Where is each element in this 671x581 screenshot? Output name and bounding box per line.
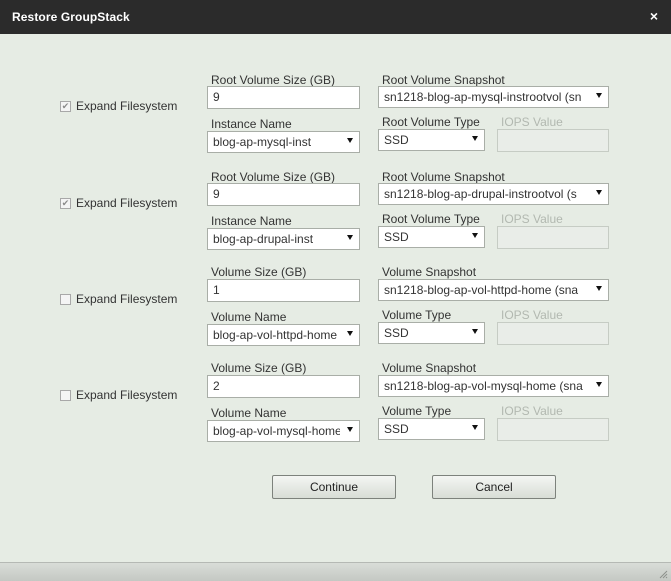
size-input[interactable]: 9 [207,183,360,206]
type-select[interactable]: SSD [378,226,485,248]
name-select[interactable]: blog-ap-vol-httpd-home [207,324,360,346]
expand-filesystem-option[interactable]: ✔ Expand Filesystem [60,98,177,114]
chevron-down-icon [596,93,602,98]
chevron-down-icon [472,329,478,334]
iops-label: IOPS Value [501,308,563,322]
snapshot-select[interactable]: sn1218-blog-ap-drupal-instrootvol (s [378,183,609,205]
chevron-down-icon [472,233,478,238]
snapshot-select[interactable]: sn1218-blog-ap-mysql-instrootvol (sn [378,86,609,108]
iops-input [497,129,609,152]
volume-group: ✔ Expand Filesystem Root Volume Size (GB… [0,168,671,260]
iops-input [497,226,609,249]
chevron-down-icon [347,427,353,432]
snapshot-label: Root Volume Snapshot [382,170,505,184]
expand-filesystem-checkbox[interactable] [60,293,71,305]
type-select[interactable]: SSD [378,322,485,344]
type-label: Root Volume Type [382,212,480,226]
size-input[interactable]: 2 [207,375,360,398]
expand-filesystem-checkbox[interactable] [60,389,71,401]
snapshot-value: sn1218-blog-ap-vol-mysql-home (sna [384,379,583,393]
expand-filesystem-label: Expand Filesystem [76,196,178,210]
chevron-down-icon [347,331,353,336]
continue-button[interactable]: Continue [272,475,396,499]
snapshot-value: sn1218-blog-ap-mysql-instrootvol (sn [384,90,582,104]
name-value: blog-ap-mysql-inst [213,135,312,149]
iops-input [497,418,609,441]
chevron-down-icon [472,425,478,430]
snapshot-value: sn1218-blog-ap-vol-httpd-home (sna [384,283,579,297]
iops-label: IOPS Value [501,212,563,226]
expand-filesystem-label: Expand Filesystem [76,292,178,306]
size-input[interactable]: 9 [207,86,360,109]
check-icon: ✔ [61,100,70,111]
iops-input [497,322,609,345]
name-value: blog-ap-vol-httpd-home [213,328,338,342]
size-label: Volume Size (GB) [211,361,307,375]
chevron-down-icon [596,286,602,291]
chevron-down-icon [347,138,353,143]
size-label: Volume Size (GB) [211,265,307,279]
chevron-down-icon [347,235,353,240]
size-label: Root Volume Size (GB) [211,170,336,184]
expand-filesystem-option[interactable]: Expand Filesystem [60,387,177,403]
iops-label: IOPS Value [501,115,563,129]
name-value: blog-ap-vol-mysql-home [213,424,340,438]
expand-filesystem-label: Expand Filesystem [76,388,178,402]
name-select[interactable]: blog-ap-drupal-inst [207,228,360,250]
name-value: blog-ap-drupal-inst [213,232,314,246]
volume-group: Expand Filesystem Volume Size (GB) 1 Vol… [0,264,671,356]
size-label: Root Volume Size (GB) [211,73,336,87]
chevron-down-icon [472,136,478,141]
dialog-statusbar [0,562,671,581]
type-label: Root Volume Type [382,115,480,129]
type-value: SSD [384,133,409,147]
close-icon[interactable]: × [647,8,661,24]
type-label: Volume Type [382,308,452,322]
check-icon: ✔ [61,197,70,208]
snapshot-label: Volume Snapshot [382,265,477,279]
size-input[interactable]: 1 [207,279,360,302]
type-select[interactable]: SSD [378,418,485,440]
volume-group: Expand Filesystem Volume Size (GB) 2 Vol… [0,360,671,452]
name-label: Instance Name [211,214,292,228]
snapshot-label: Root Volume Snapshot [382,73,505,87]
name-label: Volume Name [211,406,287,420]
type-value: SSD [384,326,409,340]
expand-filesystem-option[interactable]: ✔ Expand Filesystem [60,195,177,211]
expand-filesystem-checkbox[interactable]: ✔ [60,197,71,209]
resize-grip-icon[interactable] [658,569,668,579]
type-value: SSD [384,230,409,244]
dialog-titlebar: Restore GroupStack × [0,0,671,34]
name-label: Volume Name [211,310,287,324]
dialog-title: Restore GroupStack [12,10,130,24]
type-value: SSD [384,422,409,436]
name-select[interactable]: blog-ap-vol-mysql-home [207,420,360,442]
dialog-content: ✔ Expand Filesystem Root Volume Size (GB… [0,34,671,562]
chevron-down-icon [596,190,602,195]
name-select[interactable]: blog-ap-mysql-inst [207,131,360,153]
name-label: Instance Name [211,117,292,131]
chevron-down-icon [596,382,602,387]
cancel-button[interactable]: Cancel [432,475,556,499]
snapshot-value: sn1218-blog-ap-drupal-instrootvol (s [384,187,577,201]
expand-filesystem-checkbox[interactable]: ✔ [60,100,71,112]
snapshot-label: Volume Snapshot [382,361,477,375]
type-label: Volume Type [382,404,452,418]
iops-label: IOPS Value [501,404,563,418]
expand-filesystem-option[interactable]: Expand Filesystem [60,291,177,307]
expand-filesystem-label: Expand Filesystem [76,99,178,113]
snapshot-select[interactable]: sn1218-blog-ap-vol-httpd-home (sna [378,279,609,301]
snapshot-select[interactable]: sn1218-blog-ap-vol-mysql-home (sna [378,375,609,397]
volume-group: ✔ Expand Filesystem Root Volume Size (GB… [0,71,671,163]
type-select[interactable]: SSD [378,129,485,151]
